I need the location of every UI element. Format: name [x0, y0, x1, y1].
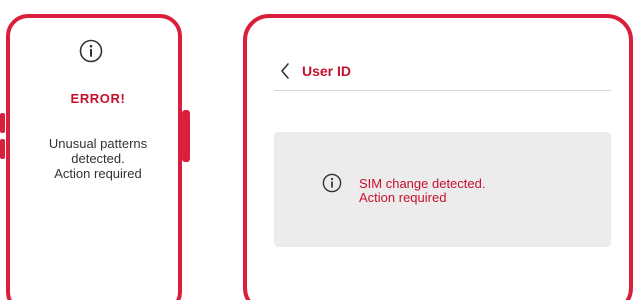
- app-canvas: ERROR! Unusual patterns detected. Action…: [0, 0, 640, 300]
- header-divider: [274, 90, 611, 91]
- error-title: ERROR!: [70, 91, 126, 106]
- side-button-left-upper: [0, 113, 5, 133]
- error-message: Unusual patterns detected. Action requir…: [48, 136, 148, 181]
- page-title: User ID: [302, 63, 352, 79]
- chevron-left-icon[interactable]: [279, 62, 291, 80]
- info-icon: [322, 173, 342, 193]
- alert-message: SIM change detected. Action required: [359, 176, 486, 205]
- info-icon: [79, 39, 103, 63]
